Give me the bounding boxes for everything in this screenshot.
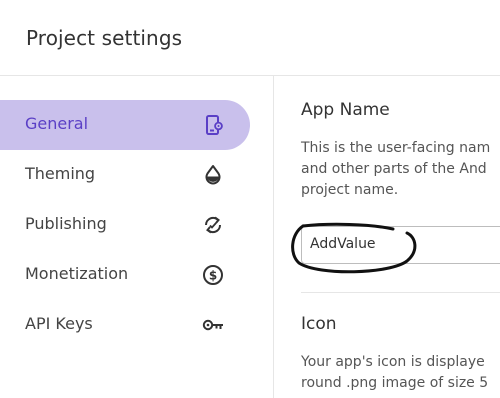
svg-text:$: $ <box>209 269 217 283</box>
sidebar-item-theming[interactable]: Theming <box>0 150 250 200</box>
sidebar-item-api-keys[interactable]: API Keys <box>0 300 250 350</box>
sidebar-item-general[interactable]: General <box>0 100 250 150</box>
section-desc-line: and other parts of the And <box>301 161 487 177</box>
settings-main: App Name This is the user-facing nam and… <box>275 76 500 398</box>
app-name-input[interactable] <box>310 236 500 252</box>
sidebar-item-monetization[interactable]: Monetization $ <box>0 250 250 300</box>
water-drop-icon <box>205 165 221 185</box>
sidebar-item-publishing[interactable]: Publishing <box>0 200 250 250</box>
section-desc-line: Your app's icon is displaye <box>301 354 485 370</box>
sidebar-item-label: General <box>25 114 89 133</box>
section-divider <box>301 292 500 293</box>
section-title-icon: Icon <box>301 314 337 334</box>
app-settings-icon <box>206 115 223 135</box>
page-title: Project settings <box>26 26 183 50</box>
sidebar-item-label: Theming <box>25 164 96 183</box>
app-name-field-container <box>301 226 500 264</box>
page-header: Project settings <box>0 0 500 76</box>
sync-icon <box>204 216 222 234</box>
sidebar-item-label: API Keys <box>25 314 93 333</box>
section-desc-line: This is the user-facing nam <box>301 140 491 156</box>
section-title-app-name: App Name <box>301 100 390 120</box>
section-desc-line: round .png image of size 5 <box>301 375 489 391</box>
section-desc-line: project name. <box>301 182 399 198</box>
settings-sidebar: General Theming Publishing Monetization … <box>0 76 274 398</box>
sidebar-item-label: Monetization <box>25 264 129 283</box>
sidebar-item-label: Publishing <box>25 214 107 233</box>
dollar-circle-icon: $ <box>203 265 223 285</box>
key-icon <box>202 319 223 331</box>
